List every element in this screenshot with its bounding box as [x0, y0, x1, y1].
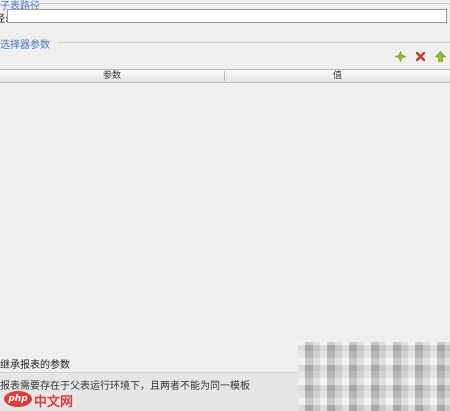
inherit-params-label[interactable]: 继承报表的参数: [0, 360, 70, 371]
parameters-group-label: 选择器参数: [0, 40, 50, 51]
report-path-input[interactable]: [7, 9, 447, 23]
parameters-table-body[interactable]: [0, 83, 450, 352]
add-plus-icon[interactable]: [394, 50, 407, 63]
column-header-parameter[interactable]: 参数: [0, 70, 224, 82]
arrow-up-icon[interactable]: [434, 50, 447, 63]
delete-x-icon[interactable]: [414, 50, 427, 63]
php-site-text: 中文网: [34, 395, 74, 410]
parameters-table-header: 参数 值: [0, 69, 450, 83]
inherit-params-checkbox-row[interactable]: 继承报表的参数: [0, 356, 70, 371]
column-header-value[interactable]: 值: [225, 70, 450, 82]
info-text: 报表需要存在于父表运行环境下，且两者不能为同一模板: [0, 381, 250, 392]
parameters-separator: [58, 42, 450, 43]
php-logo: php: [4, 391, 32, 407]
report-path-separator: [36, 3, 450, 4]
blurred-region: [298, 342, 450, 411]
